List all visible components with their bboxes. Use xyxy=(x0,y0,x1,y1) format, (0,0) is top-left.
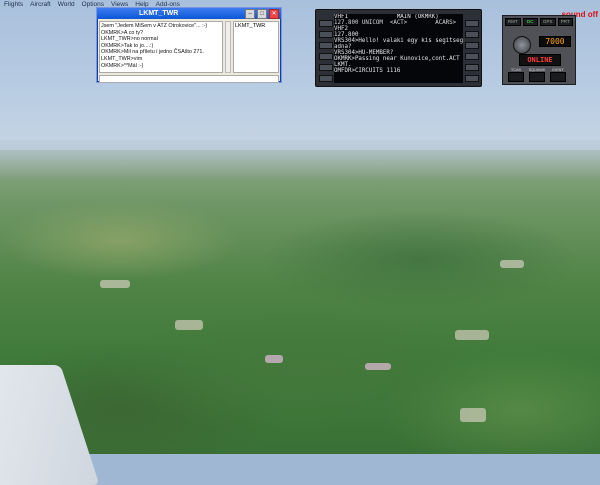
chat-message: Jsem "Jedem MiSem v ATZ Otrokovice"... :… xyxy=(101,23,208,29)
chat-message: LKMT_TWR>no normal xyxy=(101,36,158,43)
line-select-key-right[interactable] xyxy=(465,20,479,27)
transponder-code-display: 7000 xyxy=(539,36,571,47)
terrain-clearing xyxy=(500,260,524,268)
prt-button[interactable]: PRT xyxy=(557,18,573,26)
line-select-key-right[interactable] xyxy=(465,31,479,38)
line-select-key-left[interactable] xyxy=(319,53,333,60)
terrain-clearing xyxy=(455,330,489,340)
terrain-clearing xyxy=(265,355,283,363)
chat-scrollbar[interactable] xyxy=(225,21,231,73)
ident-switch[interactable] xyxy=(550,72,566,82)
chat-log: Jsem "Jedem MiSem v ATZ Otrokovice"... :… xyxy=(99,21,223,73)
line-select-key-left[interactable] xyxy=(319,75,333,82)
menu-world[interactable]: World xyxy=(58,0,75,10)
line-select-key-left[interactable] xyxy=(319,31,333,38)
tuning-knob[interactable] xyxy=(513,36,531,54)
terrain-clearing xyxy=(365,363,391,370)
line-select-key-right[interactable] xyxy=(465,75,479,82)
radio-panel: RMT DC GPS PRT 7000 ONLINE TCAS SQUAWK I… xyxy=(502,15,576,85)
chat-message: OKMRK>**Mál :-) xyxy=(101,62,144,69)
line-select-key-right[interactable] xyxy=(465,42,479,49)
fmc-line: OKMRK>Passing near Kunovice,cont.ACT to xyxy=(334,56,463,62)
maximize-button[interactable]: □ xyxy=(257,8,267,19)
fmc-panel: VHF1 MAIN (OKMRK) 127.800 UNICOM <ACT> A… xyxy=(315,9,482,87)
chat-window: LKMT_TWR – □ ✕ Jsem "Jedem MiSem v ATZ O… xyxy=(96,7,282,83)
fmc-screen: VHF1 MAIN (OKMRK) 127.800 UNICOM <ACT> A… xyxy=(334,14,463,83)
terrain-clearing xyxy=(175,320,203,330)
terrain-scenery xyxy=(0,150,600,454)
tcas-switch[interactable] xyxy=(508,72,524,82)
horizon-haze xyxy=(0,140,600,180)
chat-titlebar[interactable]: LKMT_TWR – □ ✕ xyxy=(97,8,281,19)
chat-message: OKMRK>A co ty? xyxy=(101,29,144,36)
rmt-button[interactable]: RMT xyxy=(505,18,521,26)
chat-input[interactable] xyxy=(99,75,279,83)
line-select-key-left[interactable] xyxy=(319,64,333,71)
user-list-item[interactable]: LKMT_TWR xyxy=(235,23,277,29)
close-button[interactable]: ✕ xyxy=(269,8,279,19)
minimize-button[interactable]: – xyxy=(245,8,255,19)
gps-button[interactable]: GPS xyxy=(540,18,556,26)
terrain-clearing xyxy=(100,280,130,288)
terrain-clearing xyxy=(460,408,486,422)
line-select-key-left[interactable] xyxy=(319,42,333,49)
user-list: LKMT_TWR xyxy=(233,21,279,73)
menu-flights[interactable]: Flights xyxy=(4,0,23,10)
line-select-key-right[interactable] xyxy=(465,53,479,60)
fmc-line: OMFDR>CIRCUITS 1116 xyxy=(334,68,401,74)
fmc-line: VRS304>Hello! valaki egy kis segitseget xyxy=(334,38,463,44)
switch-label: SQUAWK xyxy=(528,68,546,72)
chat-title: LKMT_TWR xyxy=(139,10,179,17)
fmc-line: 127.800 UNICOM <ACT> ACARS> xyxy=(334,20,457,26)
menu-aircraft[interactable]: Aircraft xyxy=(30,0,51,10)
chat-message: OKMRK>Mil na příletu i jedno ČSAšto 271. xyxy=(101,49,204,56)
line-select-key-left[interactable] xyxy=(319,20,333,27)
dc-button[interactable]: DC xyxy=(522,18,538,26)
chat-message: LKMT_TWR>vim xyxy=(101,55,143,62)
line-select-key-right[interactable] xyxy=(465,64,479,71)
online-status: ONLINE xyxy=(519,54,561,66)
squawk-switch[interactable] xyxy=(529,72,545,82)
